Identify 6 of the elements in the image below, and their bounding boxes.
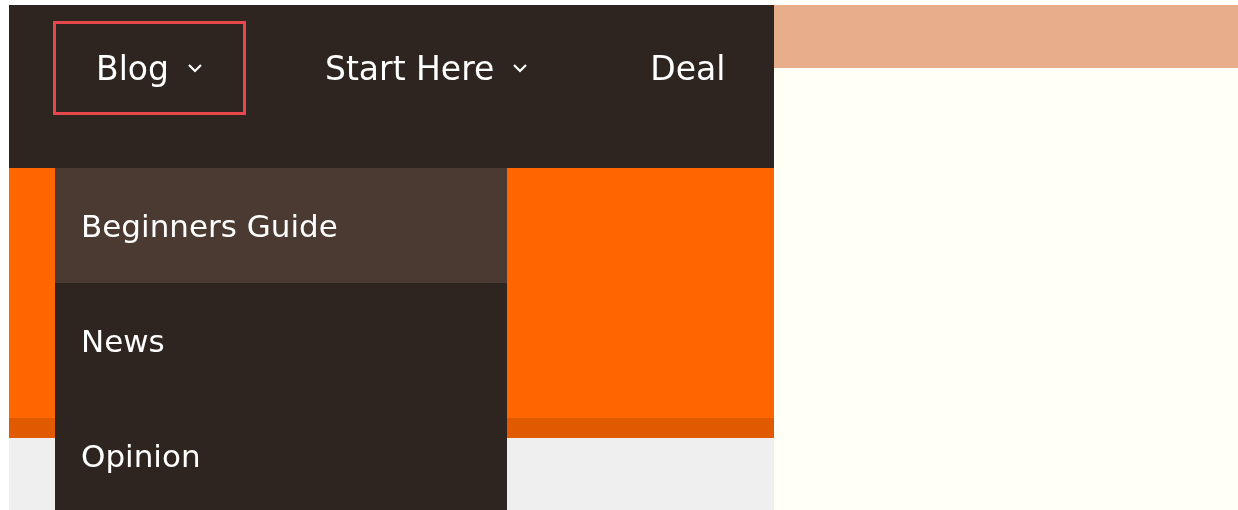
nav-link[interactable]: Deal [607, 21, 729, 115]
menu-item[interactable]: Beginners Guide [55, 168, 507, 283]
menu-item[interactable]: News [55, 283, 507, 398]
nav-link[interactable]: Blog [53, 21, 246, 115]
nav-link[interactable]: Start Here [281, 21, 572, 115]
menu-item[interactable]: Opinion [55, 398, 507, 510]
